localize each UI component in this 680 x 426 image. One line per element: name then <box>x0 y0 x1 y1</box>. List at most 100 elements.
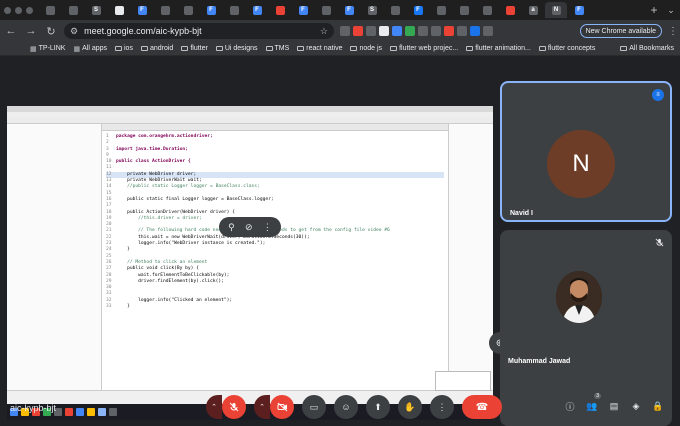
all-bookmarks-label: All Bookmarks <box>629 45 674 52</box>
bookmark-item[interactable]: node js <box>350 45 382 52</box>
bookmark-item[interactable]: ▦ All apps <box>73 45 107 53</box>
raise-hand-icon[interactable]: ✋ <box>398 395 422 419</box>
back-arrow-icon[interactable]: ← <box>4 25 18 37</box>
bookmark-item[interactable]: Ui designs <box>215 45 258 52</box>
browser-tab[interactable] <box>453 2 475 18</box>
browser-tab[interactable]: F <box>407 2 429 18</box>
code-line: 33 } <box>106 304 444 310</box>
browser-tab[interactable] <box>384 2 406 18</box>
bookmark-item[interactable]: flutter concepts <box>538 45 595 52</box>
browser-tab[interactable] <box>39 2 61 18</box>
present-screen-icon[interactable]: ⬆ <box>366 395 390 419</box>
bookmark-item[interactable]: react native <box>297 45 342 52</box>
browser-tab[interactable]: F <box>292 2 314 18</box>
browser-tab[interactable] <box>499 2 521 18</box>
meeting-details-icon[interactable]: ⓘ <box>562 397 578 415</box>
extension-icon[interactable] <box>366 26 376 36</box>
bookmark-item[interactable]: ▦ TP-LINK <box>30 45 65 53</box>
captions-icon[interactable]: ▭ <box>302 395 326 419</box>
all-bookmarks-button[interactable]: All Bookmarks <box>620 45 680 52</box>
more-options-icon[interactable]: ⋮ <box>263 222 272 233</box>
bookmark-item[interactable]: ios <box>115 45 133 52</box>
browser-tab[interactable]: N <box>545 2 567 18</box>
code-text: } <box>116 247 130 253</box>
meet-stage: 1 package com.orangehrm.actiondriver; 2 3 im… <box>0 57 680 426</box>
url-text[interactable]: meet.google.com/aic-kypb-bjt <box>84 26 314 36</box>
code-text: logger.info("WebDriver instance is creat… <box>116 241 266 247</box>
close-window-button[interactable] <box>4 6 11 14</box>
hide-icon[interactable]: ⊘ <box>245 222 253 233</box>
bookmark-item[interactable]: flutter web projec... <box>390 45 458 52</box>
extension-icon[interactable] <box>483 26 493 36</box>
package-explorer <box>7 124 102 390</box>
bookmark-star-icon[interactable]: ☆ <box>320 26 328 37</box>
browser-tab[interactable]: S <box>85 2 107 18</box>
extension-icon[interactable] <box>392 26 402 36</box>
presentation-tile[interactable]: 1 package com.orangehrm.actiondriver; 2 3 im… <box>7 106 493 420</box>
browser-tab[interactable]: F <box>200 2 222 18</box>
code-text: // Method to click an element <box>116 259 208 265</box>
extension-icon[interactable] <box>379 26 389 36</box>
new-chrome-available-button[interactable]: New Chrome available <box>579 24 662 38</box>
bookmark-label: TP-LINK <box>38 45 66 52</box>
folder-icon <box>181 46 189 51</box>
new-tab-button[interactable]: + <box>646 3 662 17</box>
pin-icon[interactable]: ⚲ <box>228 222 235 233</box>
emoji-reactions-icon[interactable]: ☺ <box>334 395 358 419</box>
extension-icon[interactable] <box>431 26 441 36</box>
bookmark-label: android <box>149 45 174 52</box>
browser-tab[interactable] <box>430 2 452 18</box>
bookmark-item[interactable]: flutter animation... <box>466 45 531 52</box>
tplink-icon: ▦ <box>30 45 37 53</box>
more-options-icon[interactable]: ⋮ <box>430 395 454 419</box>
camera-toggle-button[interactable] <box>270 395 294 419</box>
extension-icon[interactable] <box>405 26 415 36</box>
participant-tile[interactable]: ≡ N Navid I <box>500 81 672 222</box>
browser-tab[interactable] <box>154 2 176 18</box>
folder-icon <box>297 46 305 51</box>
browser-tab[interactable] <box>315 2 337 18</box>
extension-icon[interactable] <box>418 26 428 36</box>
browser-tab[interactable] <box>269 2 291 18</box>
mic-options-button[interactable]: ⌃ <box>206 395 222 419</box>
people-icon[interactable]: 👥 3 <box>584 393 601 415</box>
extension-icon[interactable] <box>457 26 467 36</box>
extension-icon[interactable] <box>353 26 363 36</box>
tab-search-icon[interactable]: ⌄ <box>662 5 680 16</box>
browser-tab[interactable]: F <box>246 2 268 18</box>
browser-tab[interactable] <box>62 2 84 18</box>
mic-toggle-button[interactable] <box>222 395 246 419</box>
browser-tab[interactable]: a <box>522 2 544 18</box>
leave-call-button[interactable]: ☎ <box>462 395 502 419</box>
reload-icon[interactable]: ↻ <box>44 25 58 38</box>
tab-favicon-icon: F <box>344 5 354 15</box>
browser-tab[interactable]: F <box>338 2 360 18</box>
ide-toolbar <box>7 117 493 124</box>
extension-icon[interactable] <box>444 26 454 36</box>
code-text: this.wait = new WebDriverWait(driver, Du… <box>116 234 310 240</box>
maximize-window-button[interactable] <box>26 6 33 14</box>
tab-favicon-icon <box>482 5 492 15</box>
address-bar[interactable]: ⚙ meet.google.com/aic-kypb-bjt ☆ <box>64 23 334 39</box>
host-controls-icon[interactable]: 🔒 <box>650 397 666 415</box>
chat-icon[interactable]: ▤ <box>606 397 622 415</box>
activities-icon[interactable]: ◈ <box>628 397 644 415</box>
call-controls: ⌃ ⌃ ▭ ☺ ⬆ ✋ ⋮ ☎ <box>206 395 502 419</box>
chrome-menu-icon[interactable]: ⋮ <box>668 26 678 37</box>
browser-tab[interactable]: S <box>361 2 383 18</box>
bookmark-item[interactable]: android <box>140 45 174 52</box>
browser-tab[interactable]: F <box>568 2 590 18</box>
browser-tab[interactable] <box>108 2 130 18</box>
bookmark-item[interactable]: TMS <box>265 45 289 52</box>
minimize-window-button[interactable] <box>15 6 22 14</box>
browser-tab[interactable] <box>177 2 199 18</box>
extension-icon[interactable] <box>470 26 480 36</box>
extension-icon[interactable] <box>340 26 350 36</box>
camera-options-button[interactable]: ⌃ <box>254 395 270 419</box>
bookmark-item[interactable]: flutter <box>181 45 208 52</box>
browser-tab[interactable]: F <box>131 2 153 18</box>
browser-tab[interactable] <box>223 2 245 18</box>
site-info-icon[interactable]: ⚙ <box>70 26 78 37</box>
browser-tab[interactable] <box>476 2 498 18</box>
forward-arrow-icon[interactable]: → <box>24 25 38 37</box>
